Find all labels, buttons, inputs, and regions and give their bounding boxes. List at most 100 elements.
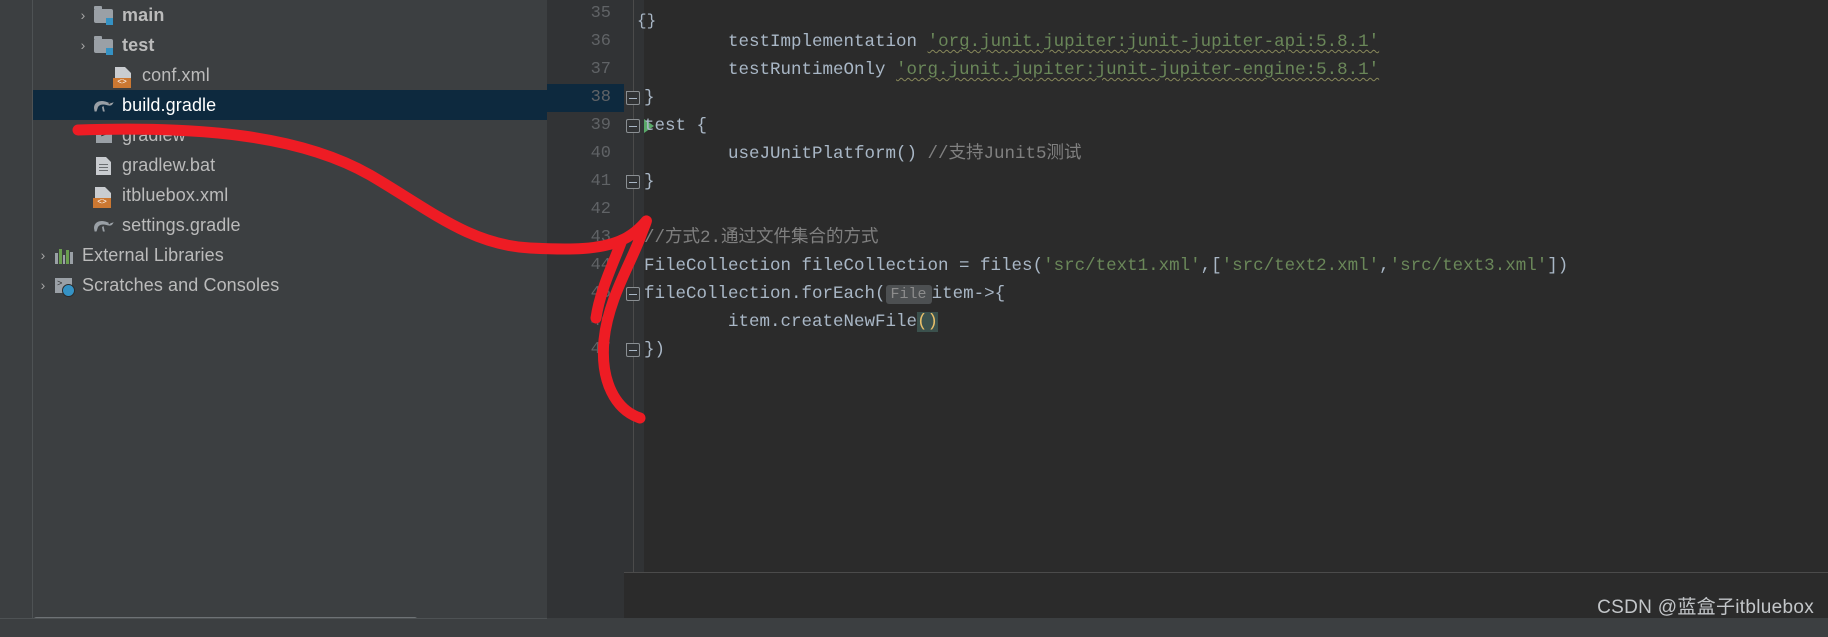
code-token: ,[ — [1200, 256, 1222, 276]
code-token: item->{ — [931, 284, 1006, 304]
code-token: () — [917, 312, 939, 332]
tree-item-label: settings.gradle — [122, 214, 241, 235]
code-token: test { — [644, 116, 708, 136]
gradle-file-icon — [93, 215, 115, 235]
tree-item-label: main — [122, 4, 165, 25]
line-number: 44 — [590, 256, 611, 275]
code-token: testRuntimeOnly — [728, 60, 897, 80]
code-line[interactable] — [644, 0, 1828, 28]
tree-item-scratches-and-consoles[interactable]: › > Scratches and Consoles — [33, 270, 547, 300]
library-icon — [53, 245, 75, 265]
editor-status-strip — [547, 618, 1828, 637]
ide-window: › main › test conf.xml build.gradle > gradlew gr… — [0, 0, 1828, 637]
code-line[interactable]: test { — [644, 112, 1828, 140]
line-number: 39 — [547, 112, 654, 140]
code-token: 'src/text2.xml' — [1221, 256, 1380, 276]
line-number: 43 — [590, 228, 611, 247]
fold-toggle-end[interactable] — [626, 91, 640, 105]
gutter-bottom-filler — [547, 572, 624, 618]
expand-chevron-icon[interactable]: › — [33, 248, 53, 262]
tree-item-label: Scratches and Consoles — [82, 274, 280, 295]
tree-item-label: test — [122, 34, 155, 55]
code-line[interactable]: FileCollection fileCollection = files('s… — [644, 252, 1828, 280]
tree-item-test[interactable]: › test — [33, 30, 547, 60]
sidebar-left-gutter — [0, 0, 33, 618]
code-token: File — [885, 285, 932, 304]
code-content[interactable]: testImplementation 'org.junit.jupiter:ju… — [644, 0, 1828, 364]
folder-icon — [93, 5, 115, 25]
fold-toggle-start[interactable] — [626, 287, 640, 301]
breadcrumb[interactable]: {} — [637, 12, 656, 30]
code-line[interactable]: useJUnitPlatform() //支持Junit5测试 — [644, 140, 1828, 168]
code-token: } — [644, 88, 655, 108]
code-token: ]) — [1547, 256, 1569, 276]
code-token: , — [1379, 256, 1390, 276]
line-number: 38 — [590, 88, 611, 107]
code-line[interactable]: testRuntimeOnly 'org.junit.jupiter:junit… — [644, 56, 1828, 84]
tree-item-conf-xml[interactable]: conf.xml — [33, 60, 547, 90]
expand-chevron-icon[interactable]: › — [33, 278, 53, 292]
code-line[interactable]: //方式2.通过文件集合的方式 — [644, 224, 1828, 252]
code-line[interactable]: } — [644, 168, 1828, 196]
tree-item-label: External Libraries — [82, 244, 224, 265]
code-token: 'org.junit.jupiter:junit-jupiter-engine:… — [896, 60, 1380, 80]
tree-item-build-gradle[interactable]: build.gradle — [33, 90, 547, 120]
code-line[interactable]: fileCollection.forEach(File item->{ — [644, 280, 1828, 308]
fold-toggle-end[interactable] — [626, 343, 640, 357]
code-token: 'org.junit.jupiter:junit-jupiter-api:5.8… — [927, 32, 1380, 52]
sidebar-status-strip — [0, 618, 547, 637]
code-token: //支持Junit5测试 — [927, 144, 1082, 164]
tree-item-label: conf.xml — [142, 64, 210, 85]
tree-item-external-libraries[interactable]: › External Libraries — [33, 240, 547, 270]
line-number: 46 — [590, 312, 611, 331]
line-number: 41 — [590, 172, 611, 191]
line-number: 40 — [590, 144, 611, 163]
code-token: 'src/text3.xml' — [1389, 256, 1548, 276]
code-line[interactable] — [644, 196, 1828, 224]
code-editor[interactable]: 35 36 37 38 39 40 41 42 43 44 45 46 47 testImplement… — [547, 0, 1828, 637]
tree-item-label: gradlew.bat — [122, 154, 216, 175]
code-token: //方式2.通过文件集合的方式 — [644, 228, 879, 248]
csdn-watermark: CSDN @蓝盒子itbluebox — [1597, 597, 1814, 618]
line-number: 47 — [590, 340, 611, 359]
code-token: }) — [644, 340, 666, 360]
code-token: 'src/text1.xml' — [1043, 256, 1201, 276]
fold-toggle-start[interactable] — [626, 119, 640, 133]
expand-chevron-icon[interactable]: › — [73, 38, 93, 52]
line-number: 45 — [590, 284, 611, 303]
code-line[interactable]: item.createNewFile() — [644, 308, 1828, 336]
code-token: testImplementation — [728, 32, 928, 52]
folder-icon — [93, 35, 115, 55]
line-number: 35 — [590, 4, 611, 23]
line-number: 36 — [590, 32, 611, 51]
line-number: 42 — [590, 200, 611, 219]
code-line[interactable]: } — [644, 84, 1828, 112]
tree-item-settings-gradle[interactable]: settings.gradle — [33, 210, 547, 240]
expand-chevron-icon[interactable]: › — [73, 8, 93, 22]
fold-toggle-end[interactable] — [626, 175, 640, 189]
line-number-column: 35 36 37 38 39 40 41 42 43 44 45 46 47 — [547, 0, 654, 364]
code-token: fileCollection.forEach( — [644, 284, 886, 304]
code-token: } — [644, 172, 655, 192]
line-number: 37 — [590, 60, 611, 79]
tree-item-label: itbluebox.xml — [122, 184, 229, 205]
gradle-file-icon — [93, 95, 115, 115]
tree-item-gradlew[interactable]: > gradlew — [33, 120, 547, 150]
code-line[interactable]: }) — [644, 336, 1828, 364]
tree-item-main[interactable]: › main — [33, 0, 547, 30]
tree-item-label: build.gradle — [122, 94, 217, 115]
code-token: useJUnitPlatform() — [644, 144, 928, 164]
tree-item-itbluebox-xml[interactable]: itbluebox.xml — [33, 180, 547, 210]
text-file-icon — [93, 155, 115, 175]
code-line[interactable]: testImplementation 'org.junit.jupiter:ju… — [644, 28, 1828, 56]
project-tree[interactable]: › main › test conf.xml build.gradle > gradlew gr… — [33, 0, 547, 300]
code-token: FileCollection fileCollection = files( — [644, 256, 1044, 276]
tree-item-gradlew-bat[interactable]: gradlew.bat — [33, 150, 547, 180]
project-tool-window: › main › test conf.xml build.gradle > gradlew gr… — [0, 0, 547, 637]
xml-file-icon — [113, 65, 135, 88]
xml-file-icon — [93, 185, 115, 208]
script-file-icon: > — [93, 125, 115, 145]
tree-item-label: gradlew — [122, 124, 186, 145]
